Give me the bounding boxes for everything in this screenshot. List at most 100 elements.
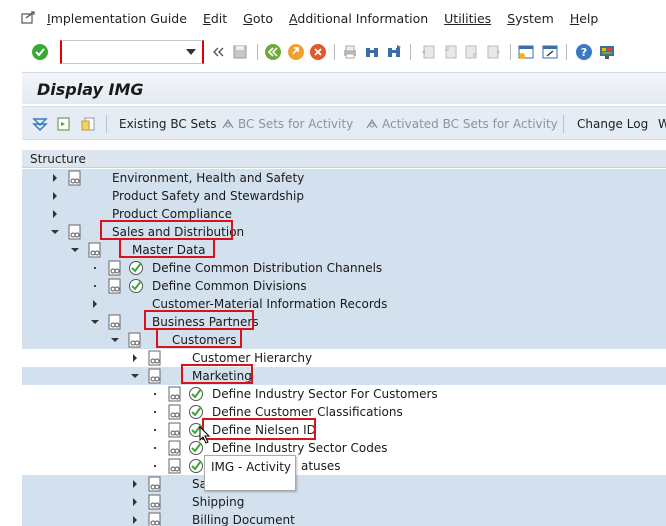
collapse-arrow-icon[interactable]	[91, 320, 99, 324]
back-icon[interactable]	[263, 42, 283, 62]
collapse-arrow-icon[interactable]	[111, 338, 119, 342]
documentation-icon[interactable]	[148, 368, 162, 384]
page-title: Display IMG	[37, 80, 144, 99]
documentation-icon[interactable]	[88, 242, 102, 258]
tree-row[interactable]: Define Common Divisions	[22, 277, 666, 295]
tree-row[interactable]: Define Customer Classifications	[22, 403, 666, 421]
next-page-icon[interactable]	[462, 42, 482, 62]
documentation-icon[interactable]	[168, 404, 182, 420]
expand-arrow-icon[interactable]	[133, 480, 137, 488]
menu-system[interactable]: System	[507, 11, 554, 26]
tree-row[interactable]: Sa	[22, 475, 666, 493]
tooltip-text: IMG - Activity	[211, 460, 292, 474]
expand-arrow-icon[interactable]	[133, 498, 137, 506]
customize-layout-icon[interactable]	[597, 42, 617, 62]
documentation-icon[interactable]	[108, 278, 122, 294]
more-toolbar-button[interactable]: W	[658, 117, 666, 131]
activated-bc-sets-button[interactable]: Activated BC Sets for Activity	[382, 117, 558, 131]
documentation-icon[interactable]	[128, 332, 142, 348]
expand-arrow-icon[interactable]	[93, 300, 97, 308]
tree-row[interactable]: Customer-Material Information Records	[22, 295, 666, 313]
find-icon[interactable]	[362, 42, 382, 62]
tooltip: IMG - Activity	[204, 455, 296, 491]
previous-page-icon[interactable]	[440, 42, 460, 62]
expand-arrow-icon[interactable]	[53, 210, 57, 218]
command-field[interactable]	[60, 40, 204, 64]
bc-sets-icon	[220, 116, 236, 132]
execute-activity-icon[interactable]	[188, 386, 204, 402]
execute-activity-icon[interactable]	[128, 278, 144, 294]
collapse-arrow-icon[interactable]	[131, 374, 139, 378]
expand-arrow-icon[interactable]	[53, 174, 57, 182]
enter-icon[interactable]	[30, 42, 50, 62]
leaf-bullet	[154, 447, 156, 449]
application-toolbar: Existing BC Sets BC Sets for Activity Ac…	[22, 106, 666, 140]
tree-node-label: Product Safety and Stewardship	[112, 189, 304, 203]
leaf-bullet	[94, 285, 96, 287]
execute-icon[interactable]	[56, 116, 72, 132]
exit-icon[interactable]	[286, 42, 306, 62]
expand-all-icon[interactable]	[32, 116, 48, 132]
chevron-down-icon[interactable]	[186, 49, 196, 55]
tree-row[interactable]: Shipping	[22, 493, 666, 511]
sap-menu-icon[interactable]	[21, 11, 37, 25]
menu-implementation-guide[interactable]: Implementation Guide	[47, 11, 187, 26]
tree-row[interactable]: Define Nielsen ID	[22, 421, 666, 439]
tree-row[interactable]: Define Industry Sector Codes	[22, 439, 666, 457]
documentation-icon[interactable]	[108, 260, 122, 276]
documentation-icon[interactable]	[168, 458, 182, 474]
execute-activity-icon[interactable]	[128, 260, 144, 276]
menu-additional-information[interactable]: Additional Information	[289, 11, 428, 26]
documentation-icon[interactable]	[68, 224, 82, 240]
tree-row[interactable]: Customer Hierarchy	[22, 349, 666, 367]
save-icon[interactable]	[230, 42, 250, 62]
standard-toolbar: ?	[0, 36, 666, 68]
expand-arrow-icon[interactable]	[133, 354, 137, 362]
menu-goto[interactable]: Goto	[243, 11, 273, 26]
documentation-icon[interactable]	[168, 440, 182, 456]
documentation-icon[interactable]	[168, 386, 182, 402]
tree-row[interactable]: Marketing	[22, 367, 666, 385]
bc-sets-for-activity-button[interactable]: BC Sets for Activity	[238, 117, 353, 131]
menu-edit[interactable]: Edit	[203, 11, 227, 26]
find-next-icon[interactable]	[384, 42, 404, 62]
collapse-arrow-icon[interactable]	[51, 230, 59, 234]
documentation-icon[interactable]	[68, 170, 82, 186]
documentation-icon[interactable]	[148, 494, 162, 510]
expand-arrow-icon[interactable]	[53, 192, 57, 200]
tree-node-label: Define Industry Sector Codes	[212, 441, 388, 455]
documentation-icon[interactable]	[108, 314, 122, 330]
documentation-icon[interactable]	[148, 350, 162, 366]
double-chevron-left-icon[interactable]	[208, 42, 228, 62]
leaf-bullet	[154, 411, 156, 413]
last-page-icon[interactable]	[484, 42, 504, 62]
execute-activity-icon[interactable]	[188, 458, 204, 474]
expand-arrow-icon[interactable]	[133, 516, 137, 524]
documentation-icon[interactable]	[148, 512, 162, 526]
first-page-icon[interactable]	[418, 42, 438, 62]
documentation-icon[interactable]	[148, 476, 162, 492]
help-icon[interactable]: ?	[574, 42, 594, 62]
cancel-icon[interactable]	[308, 42, 328, 62]
tree-node-label: Define Common Distribution Channels	[152, 261, 383, 275]
tree-row[interactable]: atuses	[22, 457, 666, 475]
collapse-arrow-icon[interactable]	[71, 248, 79, 252]
change-log-button[interactable]: Change Log	[577, 117, 648, 131]
new-session-icon[interactable]	[516, 42, 536, 62]
tree-row[interactable]: Customers	[22, 331, 666, 349]
print-icon[interactable]	[340, 42, 360, 62]
tree-row[interactable]: Define Common Distribution Channels	[22, 259, 666, 277]
tree-row[interactable]: Business Partners	[22, 313, 666, 331]
tree-node-label: Define Common Divisions	[152, 279, 307, 293]
shortcut-icon[interactable]	[540, 42, 560, 62]
tree-row[interactable]: Product Safety and Stewardship	[22, 187, 666, 205]
menu-utilities[interactable]: Utilities	[444, 11, 491, 26]
tree-row[interactable]: Define Industry Sector For Customers	[22, 385, 666, 403]
tree-row[interactable]: Environment, Health and Safety	[22, 169, 666, 187]
menu-bar: Implementation Guide Edit Goto Additiona…	[0, 0, 666, 36]
tree-row[interactable]: Billing Document	[22, 511, 666, 526]
existing-bc-sets-button[interactable]: Existing BC Sets	[119, 117, 217, 131]
menu-help[interactable]: Help	[570, 11, 599, 26]
documentation-icon[interactable]	[80, 116, 96, 132]
documentation-icon[interactable]	[168, 422, 182, 438]
